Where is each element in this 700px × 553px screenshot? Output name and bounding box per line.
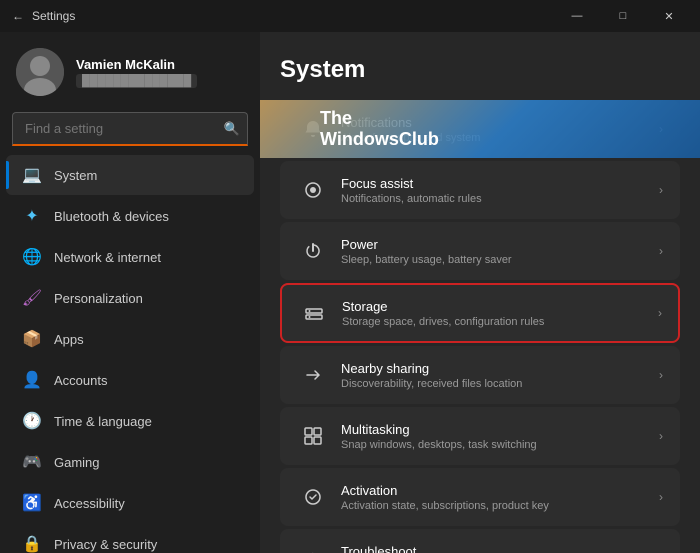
sidebar-item-network[interactable]: 🌐 Network & internet <box>6 237 254 277</box>
back-button[interactable]: ← <box>12 9 24 23</box>
settings-row-storage[interactable]: Storage Storage space, drives, configurat… <box>280 283 680 343</box>
settings-row-troubleshoot[interactable]: TroubleshootRecommended troubleshooters,… <box>280 529 680 553</box>
sidebar-item-gaming[interactable]: 🎮 Gaming <box>6 442 254 482</box>
multitasking-text: Multitasking Snap windows, desktops, task… <box>341 422 659 451</box>
multitasking-title: Multitasking <box>341 422 659 437</box>
sidebar-item-personalization[interactable]: 🖌 Personalization <box>6 278 254 318</box>
multitasking-icon <box>297 420 329 452</box>
nearby-sharing-title: Nearby sharing <box>341 361 659 376</box>
maximize-button[interactable]: □ <box>600 0 646 32</box>
nearby-sharing-icon <box>297 359 329 391</box>
nearby-sharing-subtitle: Discoverability, received files location <box>341 378 659 390</box>
personalization-icon: 🖌 <box>22 288 42 308</box>
settings-row-multitasking[interactable]: Multitasking Snap windows, desktops, task… <box>280 407 680 465</box>
activation-subtitle: Activation state, subscriptions, product… <box>341 500 659 512</box>
sidebar-item-label-accessibility: Accessibility <box>54 496 125 511</box>
sidebar-item-label-personalization: Personalization <box>54 291 143 306</box>
multitasking-subtitle: Snap windows, desktops, task switching <box>341 439 659 451</box>
sidebar-item-label-apps: Apps <box>54 332 84 347</box>
settings-row-activation[interactable]: Activation Activation state, subscription… <box>280 468 680 526</box>
power-subtitle: Sleep, battery usage, battery saver <box>341 254 659 266</box>
notifications-chevron-icon: › <box>659 122 663 136</box>
multitasking-chevron-icon: › <box>659 429 663 443</box>
user-info: Vamien McKalin ██████████████ <box>76 57 197 88</box>
activation-title: Activation <box>341 483 659 498</box>
activation-chevron-icon: › <box>659 490 663 504</box>
sidebar-item-label-gaming: Gaming <box>54 455 100 470</box>
storage-icon <box>298 297 330 329</box>
activation-text: Activation Activation state, subscription… <box>341 483 659 512</box>
sidebar-item-accounts[interactable]: 👤 Accounts <box>6 360 254 400</box>
sidebar-item-label-system: System <box>54 168 97 183</box>
settings-row-focus-assist[interactable]: Focus assist Notifications, automatic rul… <box>280 161 680 219</box>
search-box[interactable]: 🔍 <box>12 112 248 146</box>
settings-row-power[interactable]: Power Sleep, battery usage, battery saver… <box>280 222 680 280</box>
search-input[interactable] <box>12 112 248 146</box>
sidebar-item-bluetooth[interactable]: ✦ Bluetooth & devices <box>6 196 254 236</box>
page-title: System <box>280 56 680 84</box>
sidebar-item-time[interactable]: 🕐 Time & language <box>6 401 254 441</box>
sidebar-item-system[interactable]: 💻 System <box>6 155 254 195</box>
system-icon: 💻 <box>22 165 42 185</box>
nearby-sharing-text: Nearby sharing Discoverability, received … <box>341 361 659 390</box>
user-profile[interactable]: Vamien McKalin ██████████████ <box>0 32 260 108</box>
app-body: Vamien McKalin ██████████████ 🔍 💻 System ✦… <box>0 32 700 553</box>
search-icon: 🔍 <box>224 121 240 137</box>
storage-subtitle: Storage space, drives, configuration rul… <box>342 316 658 328</box>
activation-icon <box>297 481 329 513</box>
troubleshoot-icon <box>297 542 329 553</box>
time-icon: 🕐 <box>22 411 42 431</box>
power-icon <box>297 235 329 267</box>
accounts-icon: 👤 <box>22 370 42 390</box>
sidebar-item-accessibility[interactable]: ♿ Accessibility <box>6 483 254 523</box>
sidebar: Vamien McKalin ██████████████ 🔍 💻 System ✦… <box>0 32 260 553</box>
focus-assist-title: Focus assist <box>341 176 659 191</box>
notifications-title: Notifications <box>341 115 659 130</box>
sidebar-item-label-time: Time & language <box>54 414 152 429</box>
apps-icon: 📦 <box>22 329 42 349</box>
title-bar-left: ← Settings <box>12 9 75 23</box>
settings-row-nearby-sharing[interactable]: Nearby sharing Discoverability, received … <box>280 346 680 404</box>
notifications-icon <box>297 113 329 145</box>
bluetooth-icon: ✦ <box>22 206 42 226</box>
nav-list: 💻 System ✦ Bluetooth & devices 🌐 Network & in… <box>0 154 260 553</box>
notifications-subtitle: Alerts from apps and system <box>341 132 659 144</box>
title-bar-controls: — □ ✕ <box>554 0 692 32</box>
power-title: Power <box>341 237 659 252</box>
storage-text: Storage Storage space, drives, configurat… <box>342 299 658 328</box>
user-email: ██████████████ <box>76 74 197 88</box>
minimize-button[interactable]: — <box>554 0 600 32</box>
sidebar-item-label-bluetooth: Bluetooth & devices <box>54 209 169 224</box>
storage-chevron-icon: › <box>658 306 662 320</box>
storage-title: Storage <box>342 299 658 314</box>
content-area: System The WindowsClub NotificationsAler… <box>260 32 700 553</box>
focus-assist-subtitle: Notifications, automatic rules <box>341 193 659 205</box>
sidebar-item-privacy[interactable]: 🔒 Privacy & security <box>6 524 254 553</box>
troubleshoot-text: TroubleshootRecommended troubleshooters,… <box>341 544 659 553</box>
title-bar-title: Settings <box>32 9 75 23</box>
power-chevron-icon: › <box>659 244 663 258</box>
notifications-text: Notifications Alerts from apps and system <box>341 115 659 144</box>
accessibility-icon: ♿ <box>22 493 42 513</box>
sidebar-item-apps[interactable]: 📦 Apps <box>6 319 254 359</box>
nearby-sharing-chevron-icon: › <box>659 368 663 382</box>
power-text: Power Sleep, battery usage, battery saver <box>341 237 659 266</box>
troubleshoot-title: Troubleshoot <box>341 544 659 553</box>
avatar <box>16 48 64 96</box>
network-icon: 🌐 <box>22 247 42 267</box>
settings-list: Notifications Alerts from apps and system… <box>280 100 680 553</box>
sidebar-item-label-accounts: Accounts <box>54 373 107 388</box>
focus-assist-chevron-icon: › <box>659 183 663 197</box>
gaming-icon: 🎮 <box>22 452 42 472</box>
sidebar-item-label-privacy: Privacy & security <box>54 537 157 552</box>
close-button[interactable]: ✕ <box>646 0 692 32</box>
focus-assist-icon <box>297 174 329 206</box>
settings-row-notifications[interactable]: Notifications Alerts from apps and system… <box>280 100 680 158</box>
title-bar: ← Settings — □ ✕ <box>0 0 700 32</box>
user-name: Vamien McKalin <box>76 57 197 72</box>
focus-assist-text: Focus assist Notifications, automatic rul… <box>341 176 659 205</box>
privacy-icon: 🔒 <box>22 534 42 553</box>
sidebar-item-label-network: Network & internet <box>54 250 161 265</box>
